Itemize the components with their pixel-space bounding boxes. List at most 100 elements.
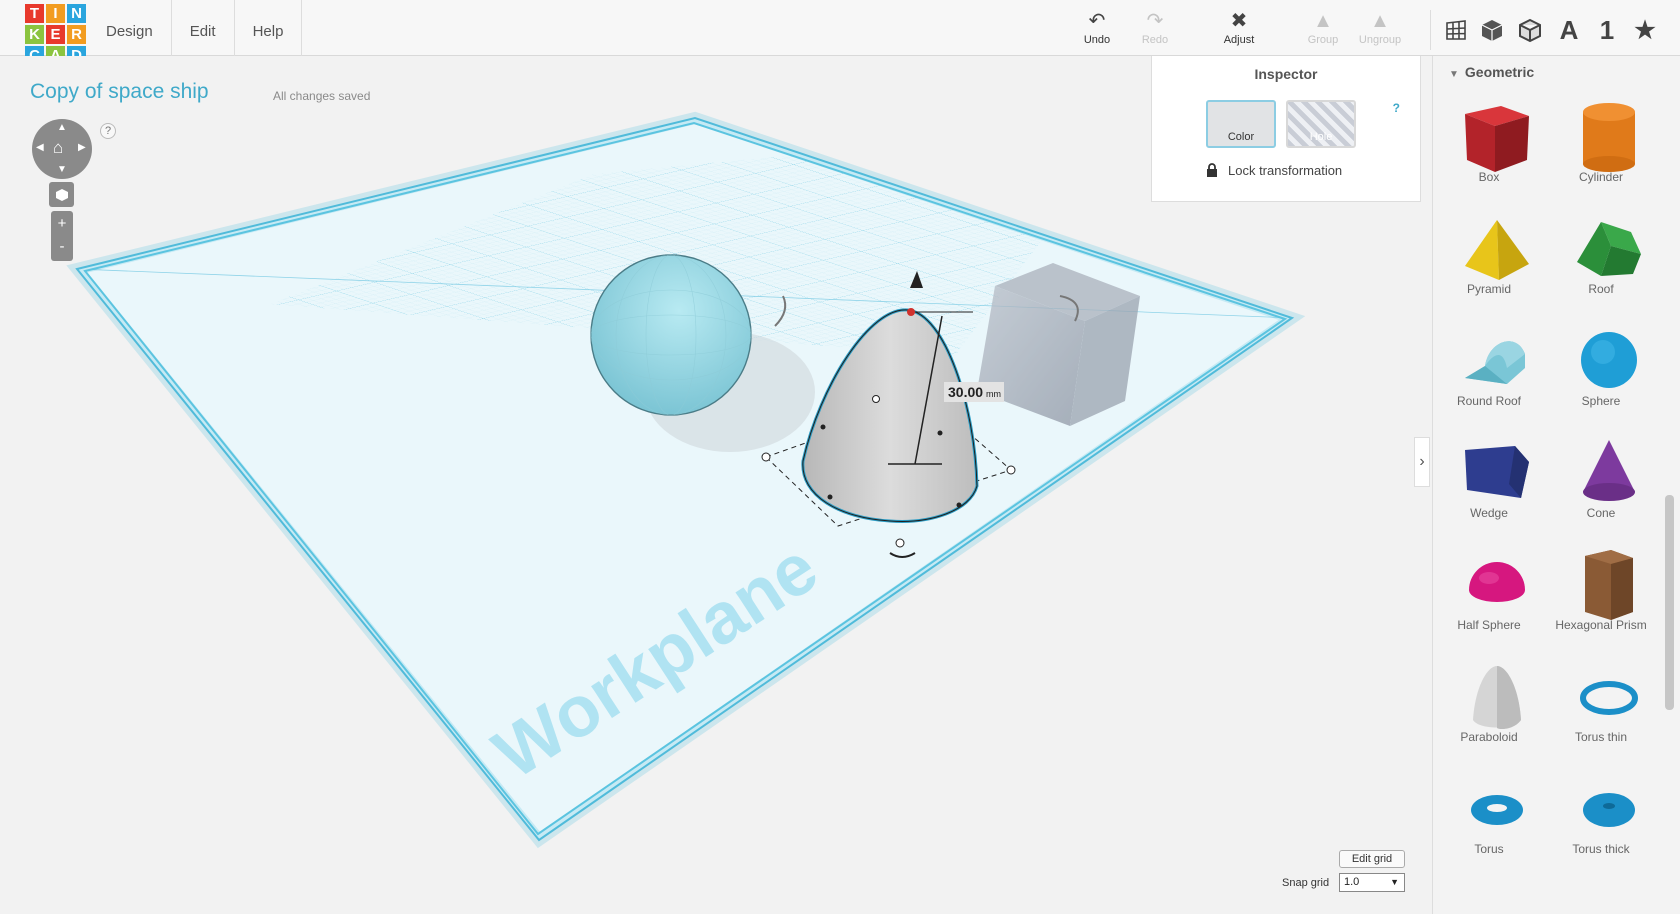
resize-handle[interactable] — [895, 538, 905, 548]
shape-label: Wedge — [1470, 506, 1508, 520]
shape-label: Pyramid — [1466, 282, 1511, 296]
menu-help[interactable]: Help — [235, 0, 303, 56]
cylinder-icon — [1583, 103, 1635, 172]
workplane-grid-icon[interactable] — [1440, 14, 1472, 46]
shapes-sidebar: ▼ Geometric Box Cylinder Pyramid Roof Ro… — [1432, 56, 1680, 914]
menu-edit[interactable]: Edit — [172, 0, 235, 56]
shape-label: Hexagonal Prism — [1555, 618, 1647, 632]
shape-label: Box — [1478, 170, 1500, 184]
shape-label: Paraboloid — [1460, 730, 1518, 744]
shape-roof[interactable]: Roof — [1545, 196, 1657, 308]
orbit-down-icon[interactable]: ▼ — [57, 164, 67, 175]
cube-solid-icon — [1481, 20, 1503, 41]
group-button[interactable]: ▲ Group — [1293, 10, 1353, 46]
ungroup-button[interactable]: ▲ Ungroup — [1350, 10, 1410, 46]
inspector-help-icon[interactable]: ? — [1393, 101, 1400, 115]
shape-box[interactable]: Box — [1433, 84, 1545, 196]
color-swatch-button[interactable]: Color — [1206, 100, 1276, 148]
orbit-left-icon[interactable]: ◀ — [36, 142, 44, 153]
paraboloid-icon — [1473, 666, 1521, 730]
logo-letter: R — [67, 25, 86, 44]
adjust-button[interactable]: ✖ Adjust — [1209, 10, 1269, 46]
resize-handle[interactable] — [761, 452, 771, 462]
chevron-down-icon: ▼ — [1390, 877, 1399, 887]
group-icon: ▲ — [1313, 10, 1333, 32]
zoom-out-button[interactable]: - — [51, 236, 73, 261]
shape-label: Torus thick — [1572, 842, 1630, 856]
shape-label: Torus thin — [1574, 730, 1628, 744]
undo-label: Undo — [1083, 34, 1111, 46]
wireframe-view-icon[interactable] — [1514, 14, 1546, 46]
menu-design[interactable]: Design — [88, 0, 172, 56]
fit-view-button[interactable] — [49, 182, 74, 207]
logo-letter: E — [46, 25, 65, 44]
number-tool-button[interactable]: 1 — [1591, 14, 1623, 46]
shape-label: Cone — [1586, 506, 1616, 520]
category-label: Geometric — [1464, 64, 1535, 80]
collapse-panel-button[interactable]: › — [1414, 437, 1430, 487]
group-label: Group — [1307, 34, 1339, 46]
inspector-panel: Inspector Color Hole ? Lock transformati… — [1151, 56, 1421, 202]
redo-button[interactable]: ↷ Redo — [1125, 10, 1185, 46]
orbit-control[interactable]: ▲ ▼ ◀ ▶ ⌂ — [32, 119, 92, 179]
design-title[interactable]: Copy of space ship — [30, 80, 209, 104]
ungroup-label: Ungroup — [1358, 34, 1402, 46]
top-bar: T I N K E R C A D Design Edit Help ↶ Und… — [0, 0, 1680, 65]
torus-thick-icon — [1583, 793, 1635, 827]
text-tool-button[interactable]: A — [1553, 14, 1585, 46]
adjust-label: Adjust — [1223, 34, 1255, 46]
torus-thin-icon — [1580, 681, 1638, 715]
hole-label: Hole — [1309, 131, 1333, 143]
undo-button[interactable]: ↶ Undo — [1067, 10, 1127, 46]
logo-letter: K — [25, 25, 44, 44]
shape-torus-thin[interactable]: Torus thin — [1545, 644, 1657, 756]
grid-icon — [1446, 20, 1466, 40]
shape-pyramid[interactable]: Pyramid — [1433, 196, 1545, 308]
zoom-control: + - — [51, 211, 73, 261]
snap-grid-select[interactable]: 1.0 ▼ — [1339, 873, 1405, 892]
shape-sphere[interactable]: Sphere — [1545, 308, 1657, 420]
shape-cone[interactable]: Cone — [1545, 420, 1657, 532]
half-sphere-icon — [1469, 562, 1525, 602]
snap-grid-label: Snap grid — [1282, 877, 1330, 889]
home-icon[interactable]: ⌂ — [53, 138, 63, 158]
shape-torus[interactable]: Torus — [1433, 756, 1545, 868]
sphere-object[interactable] — [590, 254, 752, 416]
cube-wire-icon — [1519, 18, 1541, 43]
cube-icon — [55, 188, 68, 201]
undo-icon: ↶ — [1088, 10, 1106, 32]
solid-view-icon[interactable] — [1476, 14, 1508, 46]
shape-paraboloid[interactable]: Paraboloid — [1433, 644, 1545, 756]
edit-grid-button[interactable]: Edit grid — [1339, 850, 1405, 868]
shape-label: Roof — [1588, 282, 1614, 296]
sidebar-scrollbar[interactable] — [1665, 495, 1674, 710]
shape-wedge[interactable]: Wedge — [1433, 420, 1545, 532]
center-handle[interactable] — [872, 395, 880, 403]
height-handle[interactable] — [907, 308, 915, 316]
lock-icon — [1207, 163, 1217, 177]
shape-round-roof[interactable]: Round Roof — [1433, 308, 1545, 420]
logo-letter: N — [67, 4, 86, 23]
box-icon — [1465, 106, 1529, 172]
logo-letter: T — [25, 4, 44, 23]
orbit-right-icon[interactable]: ▶ — [78, 142, 86, 153]
caret-down-icon: ▼ — [1449, 69, 1459, 80]
navigation-help-icon[interactable]: ? — [100, 123, 116, 139]
shape-half-sphere[interactable]: Half Sphere — [1433, 532, 1545, 644]
hole-swatch-button[interactable]: Hole — [1286, 100, 1356, 148]
zoom-in-button[interactable]: + — [51, 211, 73, 236]
orbit-up-icon[interactable]: ▲ — [57, 122, 67, 133]
resize-handle[interactable] — [1006, 465, 1016, 475]
category-header[interactable]: ▼ Geometric — [1449, 64, 1534, 80]
adjust-icon: ✖ — [1230, 10, 1248, 32]
save-status: All changes saved — [273, 89, 371, 103]
dimension-unit: mm — [986, 389, 1001, 399]
shape-cylinder[interactable]: Cylinder — [1545, 84, 1657, 196]
dimension-value: 30.00 — [948, 384, 983, 400]
shape-torus-thick[interactable]: Torus thick — [1545, 756, 1657, 868]
lock-transformation-toggle[interactable]: Lock transformation — [1206, 163, 1342, 178]
snap-grid-value: 1.0 — [1344, 876, 1360, 888]
star-tool-button[interactable]: ★ — [1629, 14, 1661, 46]
shape-hexagonal-prism[interactable]: Hexagonal Prism — [1545, 532, 1657, 644]
sphere-icon — [1581, 332, 1637, 388]
